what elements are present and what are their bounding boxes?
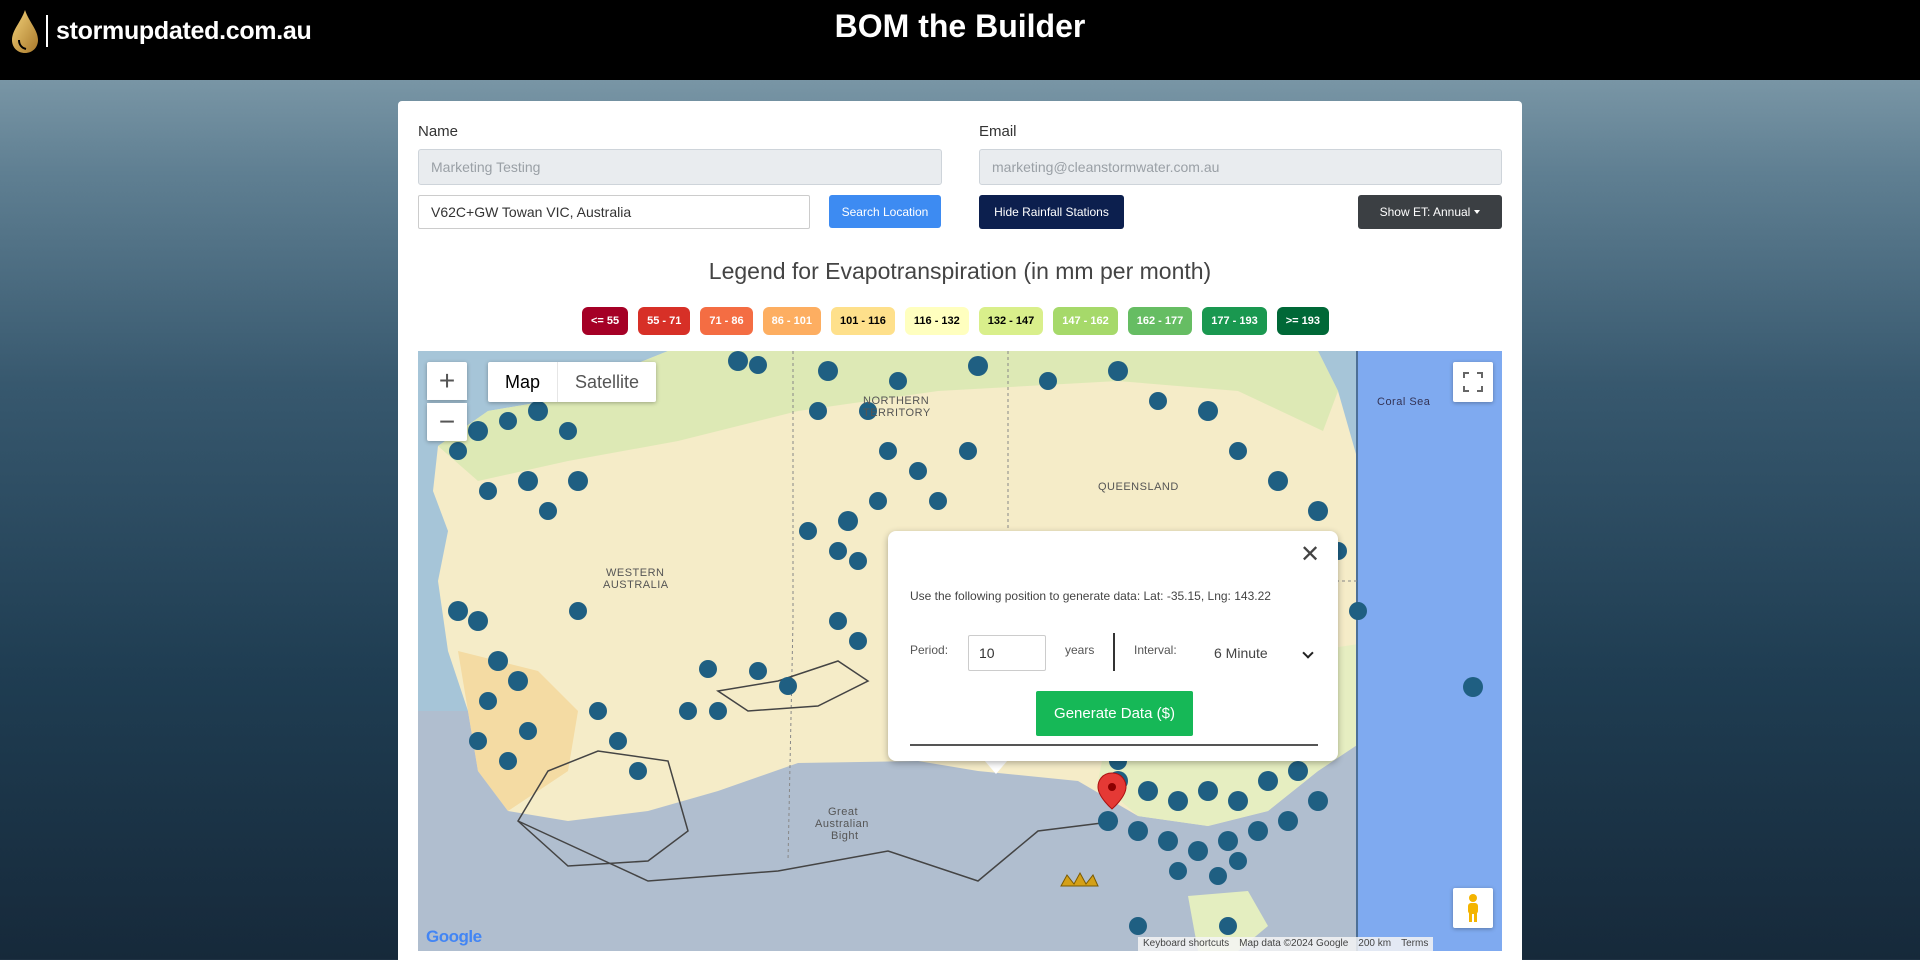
label-great-bight-3: Bight — [831, 830, 859, 842]
legend-badge: <= 55 — [582, 307, 629, 335]
terms-link[interactable]: Terms — [1396, 937, 1433, 951]
legend-badge: 55 - 71 — [638, 307, 691, 335]
label-great-bight: Great — [828, 806, 859, 818]
fullscreen-button[interactable] — [1453, 362, 1493, 402]
legend-title: Legend for Evapotranspiration (in mm per… — [708, 258, 1212, 284]
google-logo[interactable]: Google — [426, 927, 482, 947]
label-northern-territory: NORTHERN — [863, 395, 930, 407]
close-icon[interactable]: ✕ — [1300, 543, 1320, 567]
email-field: marketing@cleanstormwater.com.au — [979, 149, 1502, 185]
interval-select[interactable]: 6 Minute — [1194, 639, 1318, 669]
interval-label: Interval: — [1134, 643, 1177, 657]
generate-data-button[interactable]: Generate Data ($) — [1036, 691, 1193, 736]
zoom-in-button[interactable]: + — [427, 362, 467, 400]
fullscreen-icon — [1463, 372, 1483, 392]
years-label: years — [1065, 643, 1095, 657]
map-view[interactable]: NORTHERN TERRITORY WESTERN AUSTRALIA QUE… — [418, 351, 1502, 951]
legend-badge: 132 - 147 — [978, 307, 1044, 335]
period-input[interactable]: 10 — [968, 635, 1046, 671]
popup-bottom-line — [910, 744, 1318, 746]
legend-badge: 147 - 162 — [1053, 307, 1118, 335]
chevron-down-icon — [1302, 647, 1314, 659]
show-et-label: Show ET: Annual — [1379, 205, 1471, 219]
google-logo-text: Google — [426, 927, 482, 946]
site-header: stormupdated.com.au BOM the Builder — [0, 0, 1920, 80]
popup-message: Use the following position to generate d… — [910, 589, 1271, 603]
legend-badge: 71 - 86 — [700, 307, 753, 335]
label-western-australia: WESTERN — [606, 567, 665, 579]
map-data-text: Map data ©2024 Google — [1239, 938, 1349, 949]
caret-down-icon — [1474, 210, 1481, 214]
search-location-button[interactable]: Search Location — [829, 195, 941, 228]
label-coral-sea: Coral Sea — [1377, 396, 1431, 408]
legend-badge: 101 - 116 — [831, 307, 895, 335]
interval-value: 6 Minute — [1214, 645, 1268, 661]
map-scale[interactable]: 200 km — [1353, 937, 1396, 951]
legend-badge: 177 - 193 — [1202, 307, 1267, 335]
map-type-satellite-button[interactable]: Satellite — [558, 362, 656, 402]
legend-badge: >= 193 — [1276, 307, 1329, 335]
label-great-bight-2: Australian — [815, 818, 869, 830]
info-window: ✕ Use the following position to generate… — [888, 531, 1338, 761]
location-input[interactable]: V62C+GW Towan VIC, Australia — [418, 195, 810, 229]
popup-divider — [1113, 633, 1115, 671]
hide-rainfall-stations-button[interactable]: Hide Rainfall Stations — [979, 195, 1124, 229]
legend: <= 55 55 - 71 71 - 86 86 - 101 101 - 116 116 … — [582, 307, 1329, 335]
crown-icon — [1060, 871, 1099, 887]
period-label: Period: — [910, 643, 949, 657]
pegman-icon — [1468, 894, 1478, 922]
keyboard-shortcuts-link[interactable]: Keyboard shortcuts — [1138, 937, 1234, 951]
map-type-control: Map Satellite — [488, 362, 657, 402]
name-field: Marketing Testing — [418, 149, 942, 185]
street-view-button[interactable] — [1453, 888, 1493, 928]
label-queensland: QUEENSLAND — [1098, 481, 1179, 493]
main-card: Name Marketing Testing Email marketing@c… — [398, 101, 1522, 960]
label-western-australia-2: AUSTRALIA — [603, 579, 669, 591]
label-northern-territory-2: TERRITORY — [863, 407, 931, 419]
legend-badge: 116 - 132 — [904, 307, 969, 335]
email-label: Email — [979, 123, 1017, 140]
map-type-map-button[interactable]: Map — [488, 362, 559, 402]
popup-tail — [984, 760, 1008, 774]
name-label: Name — [418, 123, 459, 140]
show-et-dropdown-button[interactable]: Show ET: Annual — [1358, 195, 1502, 229]
map-attribution: Keyboard shortcuts Map data ©2024 Google… — [1138, 937, 1434, 951]
legend-badge: 86 - 101 — [762, 307, 822, 335]
legend-badge: 162 - 177 — [1127, 307, 1193, 335]
page-title: BOM the Builder — [834, 8, 1086, 44]
zoom-out-button[interactable]: − — [427, 403, 467, 441]
